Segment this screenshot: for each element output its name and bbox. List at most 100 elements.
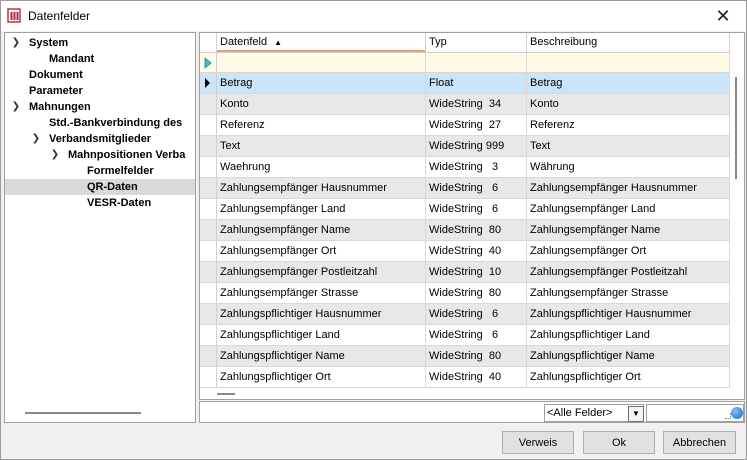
cell-typ[interactable]: WideString 40 [426,241,527,261]
cell-typ[interactable]: WideString 27 [426,115,527,135]
cell-datenfeld[interactable]: Zahlungspflichtiger Land [217,325,426,345]
table-row[interactable]: Zahlungsempfänger Ort WideString 40 Zahlun… [200,241,730,262]
cell-beschreibung[interactable]: Zahlungsempfänger Hausnummer [527,178,730,198]
row-indicator [200,94,217,114]
cell-typ[interactable]: WideString 10 [426,262,527,282]
cell-typ[interactable]: WideString 80 [426,346,527,366]
cell-typ[interactable]: WideString 34 [426,94,527,114]
cell-typ[interactable]: WideString 6 [426,304,527,324]
sort-indicator-line [217,50,425,52]
app-icon [7,8,21,23]
cell-datenfeld[interactable]: Zahlungsempfänger Ort [217,241,426,261]
cell-datenfeld[interactable]: Waehrung [217,157,426,177]
table-row[interactable]: Zahlungspflichtiger Hausnummer WideString… [200,304,730,325]
column-header-beschreibung[interactable]: Beschreibung [527,33,730,53]
cell-beschreibung[interactable]: Zahlungsempfänger Name [527,220,730,240]
grid-vertical-scrollbar[interactable] [735,77,737,179]
cell-datenfeld[interactable]: Konto [217,94,426,114]
verweis-button[interactable]: Verweis [502,431,574,454]
chevron-down-icon[interactable]: ❯ [31,131,41,147]
cell-beschreibung[interactable]: Text [527,136,730,156]
header-indicator-cell [200,33,217,53]
cell-typ[interactable]: Float [426,73,527,93]
cell-beschreibung[interactable]: Zahlungspflichtiger Name [527,346,730,366]
cell-typ[interactable]: WideString 80 [426,220,527,240]
cell-datenfeld[interactable]: Text [217,136,426,156]
table-row[interactable]: Referenz WideString 27 Referenz [200,115,730,136]
tree-item-formelfelder[interactable]: Formelfelder [5,163,195,179]
cell[interactable] [426,53,527,72]
abbrechen-button[interactable]: Abbrechen [663,431,736,454]
row-indicator [200,157,217,177]
cell-datenfeld[interactable]: Zahlungsempfänger Name [217,220,426,240]
tree-item-system[interactable]: ❯ System [5,35,195,51]
cell-typ[interactable]: WideString 999 [426,136,527,156]
cell-datenfeld[interactable]: Zahlungsempfänger Land [217,199,426,219]
cell-beschreibung[interactable]: Konto [527,94,730,114]
tree-view[interactable]: ❯ System Mandant Dokument Parameter ❯ Ma… [4,32,196,423]
cell-beschreibung[interactable]: Zahlungspflichtiger Hausnummer [527,304,730,324]
table-row[interactable]: Zahlungsempfänger Postleitzahl WideString… [200,262,730,283]
chevron-down-icon[interactable]: ❯ [11,99,21,115]
tree-item-bankverbindung[interactable]: Std.-Bankverbindung des [5,115,195,131]
cell-beschreibung[interactable]: Zahlungsempfänger Postleitzahl [527,262,730,282]
grid-header: Datenfeld ▲ Typ Beschreibung [200,33,730,53]
datenfelder-dialog: Datenfelder ✕ ❯ System Mandant Dokument … [0,0,747,460]
cell-typ[interactable]: WideString 80 [426,283,527,303]
globe-icon[interactable] [731,407,743,419]
table-row[interactable]: Betrag Float Betrag [200,73,730,94]
cell-datenfeld[interactable]: Zahlungsempfänger Strasse [217,283,426,303]
table-row[interactable]: Text WideString 999 Text [200,136,730,157]
cell-beschreibung[interactable]: Zahlungsempfänger Land [527,199,730,219]
cell[interactable] [527,53,730,72]
row-indicator [200,241,217,261]
table-row[interactable]: Zahlungsempfänger Land WideString 6 Zahlun… [200,199,730,220]
cell-typ[interactable]: WideString 6 [426,325,527,345]
table-row[interactable]: Konto WideString 34 Konto [200,94,730,115]
ok-button[interactable]: Ok [583,431,655,454]
cell-datenfeld[interactable]: Betrag [217,73,426,93]
table-row[interactable]: Zahlungsempfänger Strasse WideString 80 Za… [200,283,730,304]
cell-beschreibung[interactable]: Referenz [527,115,730,135]
tree-item-mahnungen[interactable]: ❯ Mahnungen [5,99,195,115]
close-button[interactable]: ✕ [700,1,746,31]
cell-datenfeld[interactable]: Zahlungspflichtiger Name [217,346,426,366]
tree-item-qr-daten[interactable]: QR-Daten [5,179,195,195]
cell-beschreibung[interactable]: Betrag [527,73,730,93]
table-row[interactable]: Zahlungspflichtiger Land WideString 6 Zahl… [200,325,730,346]
cell-datenfeld[interactable]: Zahlungspflichtiger Ort [217,367,426,387]
cell[interactable] [217,53,426,72]
chevron-down-icon[interactable]: ❯ [50,147,60,163]
cell-typ[interactable]: WideString 6 [426,178,527,198]
table-row[interactable]: Zahlungsempfänger Name WideString 80 Zahlu… [200,220,730,241]
cell-typ[interactable]: WideString 40 [426,367,527,387]
tree-item-dokument[interactable]: Dokument [5,67,195,83]
tree-item-vesr-daten[interactable]: VESR-Daten [5,195,195,211]
tree-item-verbandsmitglieder[interactable]: ❯ Verbandsmitglieder [5,131,195,147]
new-row[interactable] [200,53,730,73]
tree-item-mandant[interactable]: Mandant [5,51,195,67]
fields-grid[interactable]: Datenfeld ▲ Typ Beschreibung Betrag Float… [199,32,745,400]
cell-typ[interactable]: WideString 3 [426,157,527,177]
cell-beschreibung[interactable]: Zahlungspflichtiger Ort [527,367,730,387]
cell-typ[interactable]: WideString 6 [426,199,527,219]
cell-beschreibung[interactable]: Währung [527,157,730,177]
column-header-typ[interactable]: Typ [426,33,527,53]
tree-item-parameter[interactable]: Parameter [5,83,195,99]
chevron-down-icon[interactable]: ❯ [11,35,21,51]
cell-beschreibung[interactable]: Zahlungspflichtiger Land [527,325,730,345]
table-row[interactable]: Zahlungspflichtiger Name WideString 80 Zah… [200,346,730,367]
table-row[interactable]: Zahlungspflichtiger Ort WideString 40 Zahl… [200,367,730,388]
dropdown-arrow-icon[interactable]: ▼ [628,406,644,422]
tree-horizontal-scrollbar[interactable] [25,412,141,414]
cell-datenfeld[interactable]: Zahlungsempfänger Postleitzahl [217,262,426,282]
cell-datenfeld[interactable]: Zahlungspflichtiger Hausnummer [217,304,426,324]
cell-datenfeld[interactable]: Referenz [217,115,426,135]
cell-beschreibung[interactable]: Zahlungsempfänger Ort [527,241,730,261]
cell-beschreibung[interactable]: Zahlungsempfänger Strasse [527,283,730,303]
table-row[interactable]: Waehrung WideString 3 Währung [200,157,730,178]
table-row[interactable]: Zahlungsempfänger Hausnummer WideString 6… [200,178,730,199]
tree-item-mahnpositionen[interactable]: ❯ Mahnpositionen Verba [5,147,195,163]
grid-horizontal-scrollbar[interactable] [217,393,235,395]
cell-datenfeld[interactable]: Zahlungsempfänger Hausnummer [217,178,426,198]
